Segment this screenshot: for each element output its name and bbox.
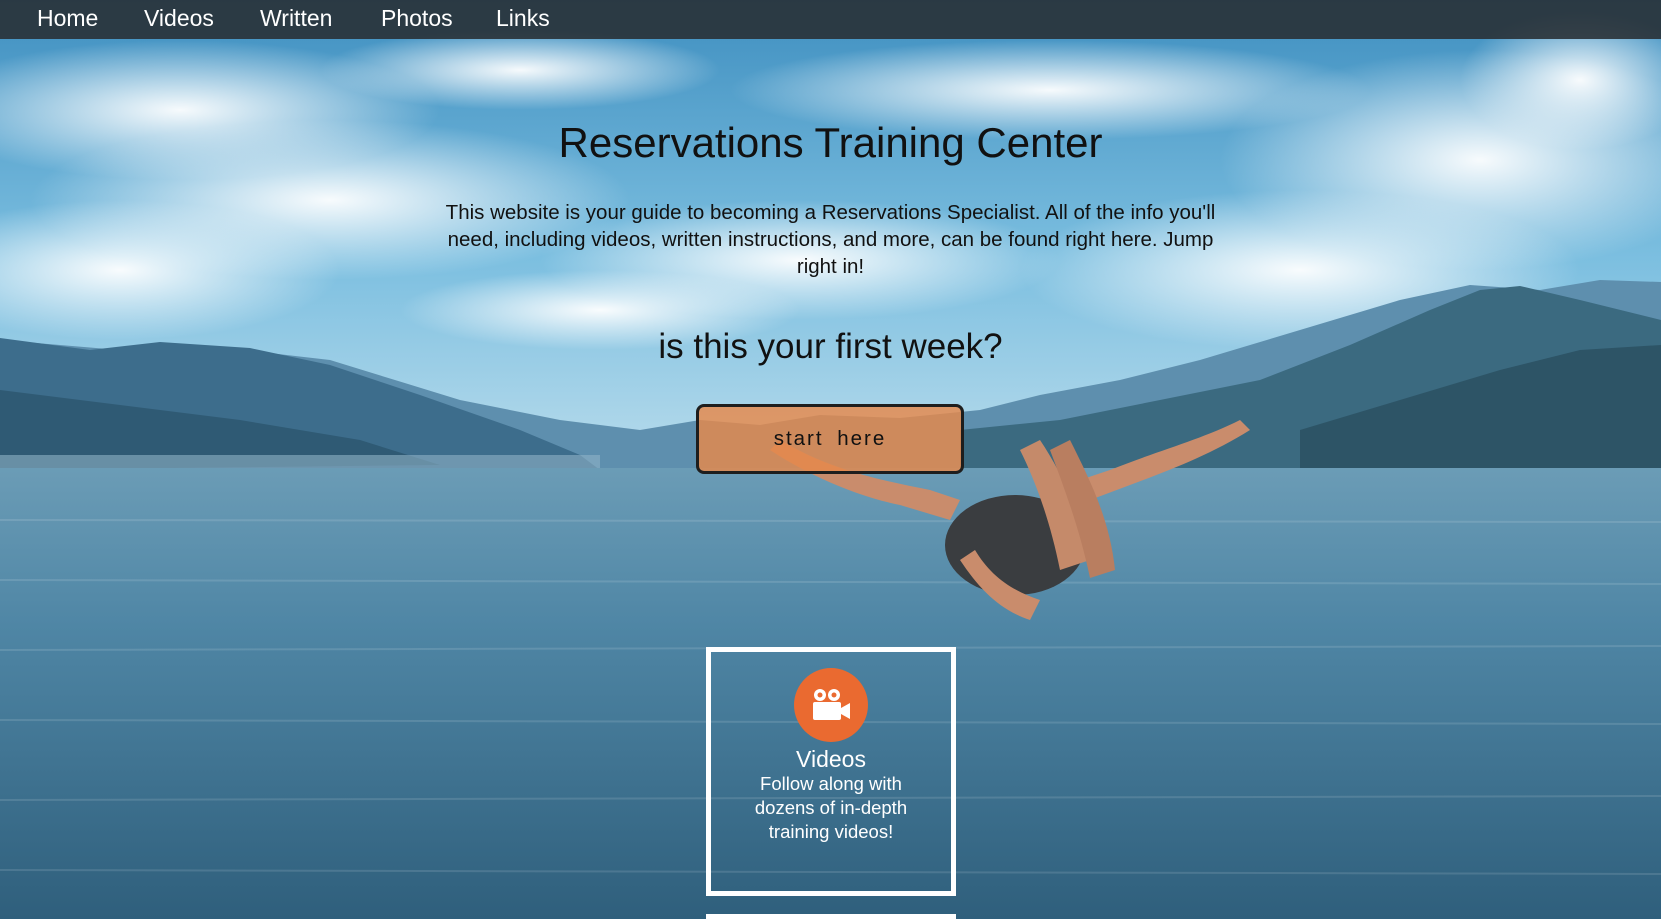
start-here-button[interactable]: start here (696, 404, 964, 474)
nav-links-link[interactable]: Links (496, 4, 550, 32)
nav-home-link[interactable]: Home (37, 4, 98, 32)
videos-card[interactable]: Videos Follow along with dozens of in-de… (706, 647, 956, 896)
nav-photos-link[interactable]: Photos (381, 4, 453, 32)
nav-written-link[interactable]: Written (260, 4, 332, 32)
page-title: Reservations Training Center (558, 119, 1103, 166)
videos-card-description: Follow along with dozens of in-depth tra… (754, 773, 908, 842)
videos-card-title: Videos (796, 746, 866, 772)
top-nav: Home Videos Written Photos Links (0, 0, 1661, 39)
nav-videos-link[interactable]: Videos (144, 4, 214, 32)
page: Home Videos Written Photos Links Reserva… (0, 0, 1661, 919)
next-card-edge (706, 914, 956, 919)
intro-text: This website is your guide to becoming a… (445, 201, 1216, 278)
first-week-heading: is this your first week? (658, 327, 1003, 366)
video-camera-icon (794, 668, 868, 742)
